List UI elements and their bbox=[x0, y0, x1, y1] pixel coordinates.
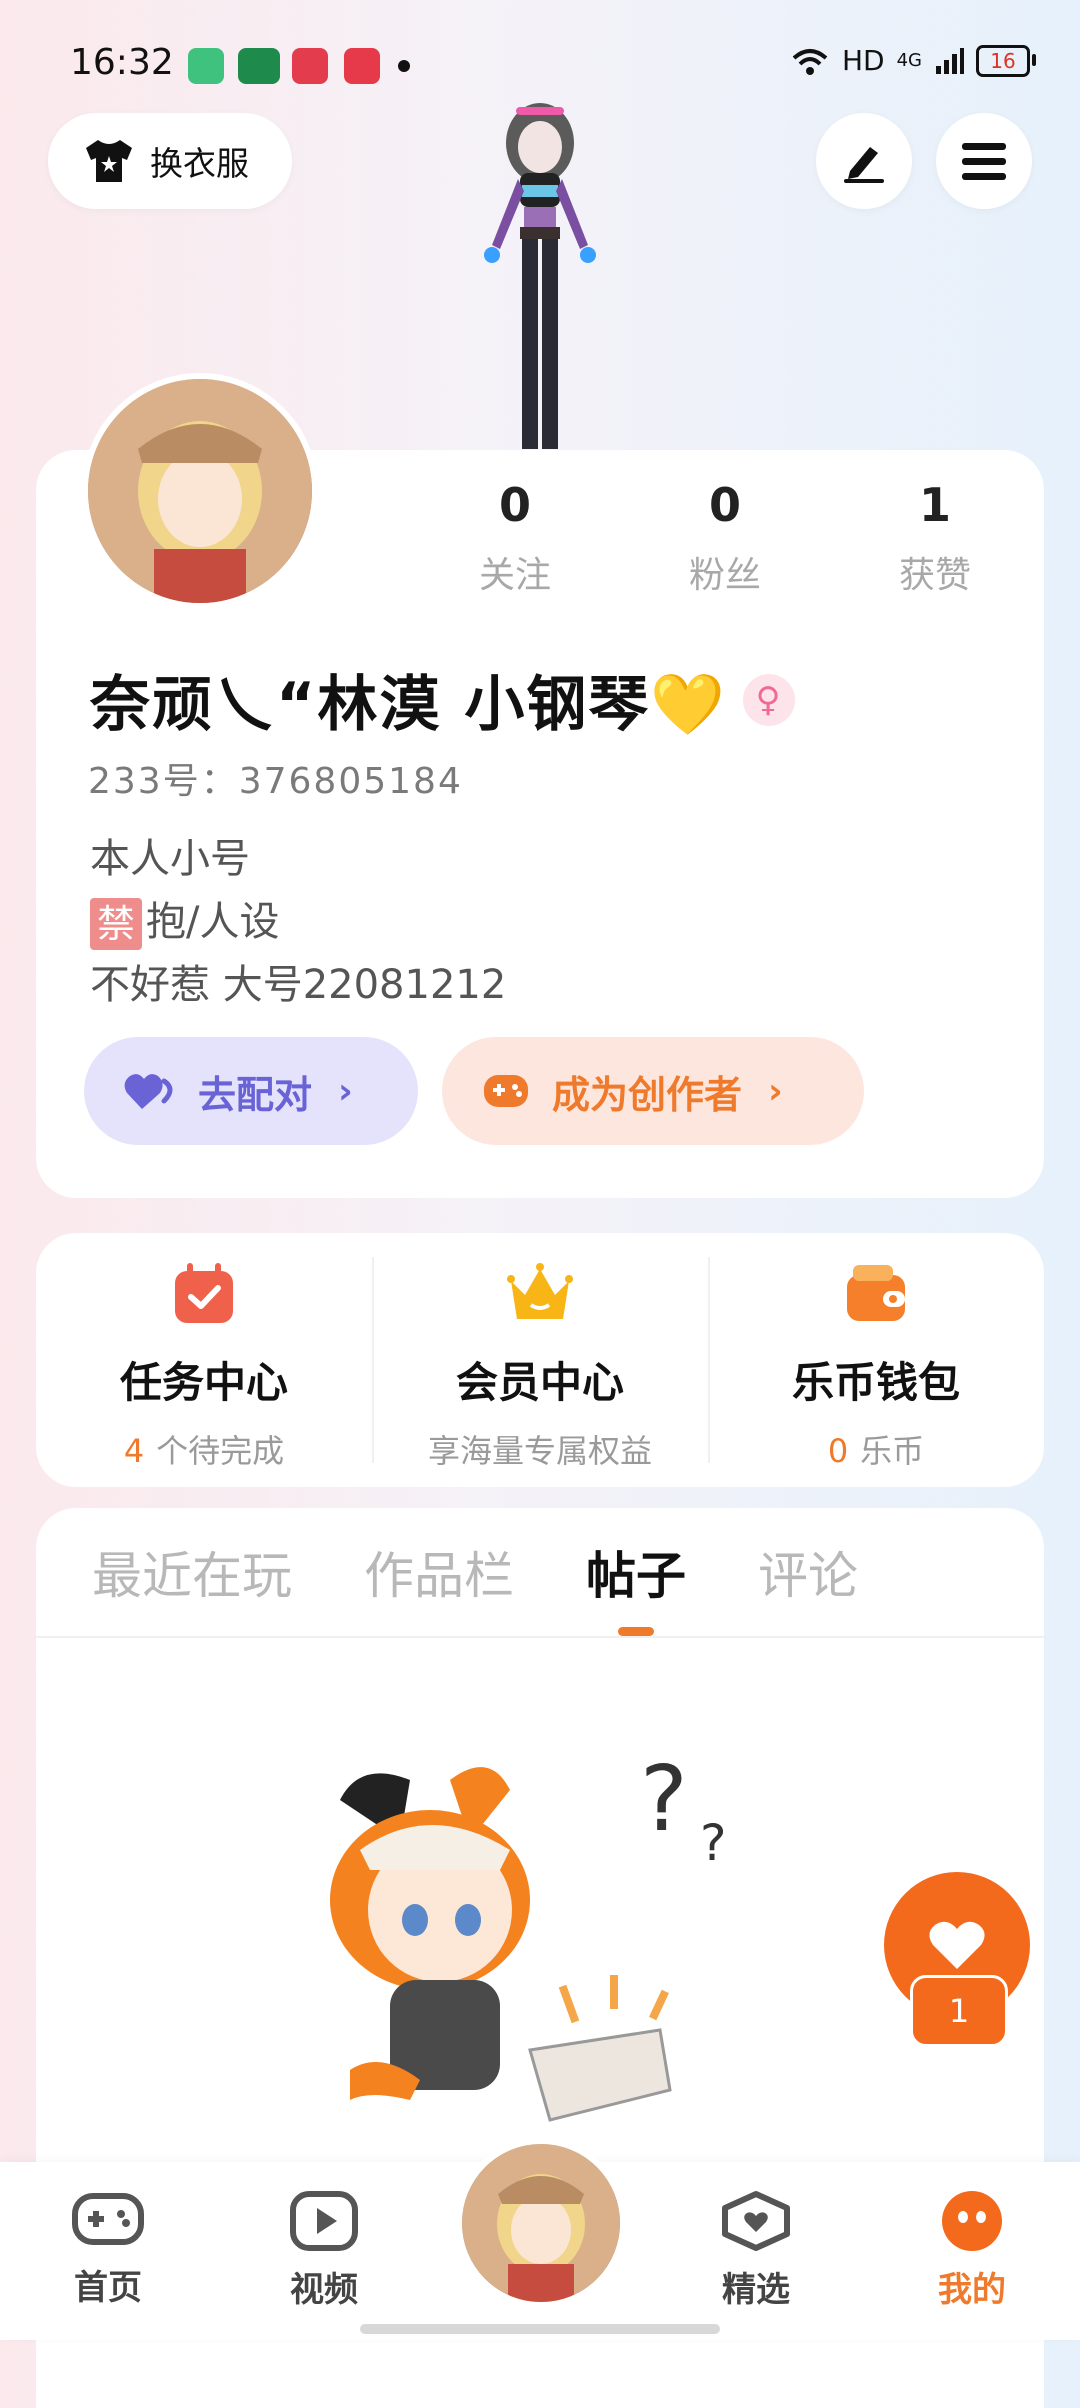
wallet-currency: 乐币 bbox=[860, 1432, 925, 1470]
me-icon bbox=[942, 2191, 1002, 2251]
calendar-check-icon bbox=[175, 1263, 233, 1323]
stat-following[interactable]: 0 关注 bbox=[430, 478, 600, 598]
female-gender-icon: ♀ bbox=[743, 673, 796, 726]
chevron-right-icon: › bbox=[768, 1070, 783, 1112]
bio-line-1: 本人小号 bbox=[90, 836, 250, 882]
task-center-count: 4 bbox=[123, 1432, 145, 1470]
stat-fans-value: 0 bbox=[708, 478, 741, 532]
bio-line-3: 不好惹 大号22081212 bbox=[90, 962, 507, 1008]
task-center-sub-text: 个待完成 bbox=[156, 1432, 285, 1470]
vip-center-title: 会员中心 bbox=[455, 1358, 624, 1407]
change-outfit-label: 换衣服 bbox=[150, 144, 249, 183]
profile-avatar[interactable] bbox=[82, 373, 318, 609]
svg-text:?: ? bbox=[640, 1747, 688, 1852]
stat-following-value: 0 bbox=[498, 478, 531, 532]
bottom-nav: 首页 视频 精选 我的 bbox=[0, 2138, 1080, 2340]
heart-icon bbox=[124, 1071, 176, 1111]
wallet-title: 乐币钱包 bbox=[791, 1358, 960, 1407]
battery-icon: 16 bbox=[976, 44, 1036, 77]
svg-text:?: ? bbox=[700, 1814, 727, 1872]
nav-video-label: 视频 bbox=[290, 2270, 358, 2310]
nav-me-label: 我的 bbox=[938, 2270, 1006, 2310]
avatar-character-figure[interactable] bbox=[440, 95, 640, 450]
stat-fans[interactable]: 0 粉丝 bbox=[640, 478, 810, 598]
task-center-sub: 4 个待完成 bbox=[36, 1426, 372, 1472]
become-creator-button[interactable]: 成为创作者 › bbox=[442, 1037, 864, 1145]
bio-line-2: 禁抱/人设 bbox=[90, 891, 506, 954]
tab-works[interactable]: 作品栏 bbox=[364, 1536, 514, 1638]
stat-fans-label: 粉丝 bbox=[688, 555, 761, 596]
battery-app-icon bbox=[188, 48, 224, 84]
stat-following-label: 关注 bbox=[478, 555, 551, 596]
gamepad-icon bbox=[482, 1071, 530, 1111]
status-time: 16:32 bbox=[70, 42, 174, 83]
bio-line-2-text: 抱/人设 bbox=[146, 899, 280, 945]
content-tabs: 最近在玩 作品栏 帖子 评论 bbox=[92, 1536, 858, 1638]
nav-center-avatar[interactable] bbox=[456, 2138, 626, 2308]
wallet-center[interactable]: 乐币钱包 0 乐币 bbox=[708, 1233, 1044, 1487]
network-label: HD bbox=[841, 44, 885, 77]
status-indicators: HD 4G 16 bbox=[790, 44, 1036, 77]
shop-app-icon bbox=[292, 48, 328, 84]
wallet-icon bbox=[847, 1265, 905, 1321]
empty-state-illustration: ? ? bbox=[330, 1747, 727, 2122]
tab-posts[interactable]: 帖子 bbox=[586, 1536, 686, 1638]
stat-likes-label: 获赞 bbox=[898, 555, 971, 596]
nav-featured[interactable]: 精选 bbox=[686, 2190, 826, 2311]
battery-level: 16 bbox=[990, 48, 1016, 73]
become-creator-label: 成为创作者 bbox=[552, 1072, 743, 1117]
edit-button[interactable] bbox=[816, 113, 912, 209]
video-icon bbox=[290, 2191, 358, 2251]
nav-video[interactable]: 视频 bbox=[254, 2190, 394, 2311]
signal-icon bbox=[936, 47, 964, 74]
vip-center-sub: 享海量专属权益 bbox=[427, 1432, 652, 1470]
wallet-balance: 0 bbox=[827, 1432, 849, 1470]
wallet-sub: 0 乐币 bbox=[708, 1426, 1044, 1472]
signal-label: 4G bbox=[896, 50, 922, 71]
tab-recent-played[interactable]: 最近在玩 bbox=[92, 1536, 292, 1638]
user-id[interactable]: 233号：376805184 bbox=[88, 752, 463, 804]
ban-badge: 禁 bbox=[90, 898, 142, 950]
task-center-title: 任务中心 bbox=[119, 1358, 288, 1407]
stat-likes-value: 1 bbox=[918, 478, 951, 532]
wifi-icon bbox=[792, 48, 828, 75]
match-button[interactable]: 去配对 › bbox=[84, 1037, 418, 1145]
home-indicator[interactable] bbox=[360, 2324, 720, 2334]
tabs-divider bbox=[36, 1636, 1044, 1638]
crown-icon bbox=[507, 1263, 573, 1319]
floating-like-badge: 1 bbox=[910, 1975, 1008, 2047]
center-avatar-image bbox=[462, 2144, 620, 2302]
nickname-row: 奈顽乀“林漠 小钢琴💛 ♀ bbox=[90, 656, 796, 743]
avatar-image bbox=[88, 379, 312, 603]
game-app-icon bbox=[344, 48, 380, 84]
nav-home-label: 首页 bbox=[74, 2268, 142, 2308]
tab-comments[interactable]: 评论 bbox=[758, 1536, 858, 1638]
nickname: 奈顽乀“林漠 小钢琴💛 bbox=[90, 670, 728, 740]
pen-icon bbox=[844, 147, 884, 183]
heart-box-icon bbox=[722, 2191, 790, 2251]
menu-button[interactable] bbox=[936, 113, 1032, 209]
nav-me[interactable]: 我的 bbox=[902, 2190, 1042, 2311]
heart-icon bbox=[929, 1921, 985, 1969]
oppo-app-icon bbox=[238, 48, 280, 84]
task-center[interactable]: 任务中心 4 个待完成 bbox=[36, 1233, 372, 1487]
hamburger-icon bbox=[962, 143, 1006, 180]
vip-center[interactable]: 会员中心 享海量专属权益 bbox=[372, 1233, 708, 1487]
match-button-label: 去配对 bbox=[198, 1072, 313, 1117]
chevron-right-icon: › bbox=[338, 1070, 353, 1112]
profile-stats: 0 关注 0 粉丝 1 获赞 bbox=[430, 478, 1020, 598]
tshirt-icon bbox=[86, 140, 132, 182]
nav-home[interactable]: 首页 bbox=[38, 2190, 178, 2309]
change-outfit-button[interactable]: 换衣服 bbox=[48, 113, 292, 209]
gamepad-icon bbox=[72, 2193, 144, 2245]
nav-featured-label: 精选 bbox=[722, 2270, 790, 2310]
bio: 本人小号 禁抱/人设 不好惹 大号22081212 bbox=[90, 828, 506, 1017]
more-notifications-icon bbox=[398, 60, 410, 72]
stat-likes[interactable]: 1 获赞 bbox=[850, 478, 1020, 598]
centers-card: 任务中心 4 个待完成 会员中心 享海量专属权益 乐币钱包 0 乐币 bbox=[36, 1233, 1044, 1487]
